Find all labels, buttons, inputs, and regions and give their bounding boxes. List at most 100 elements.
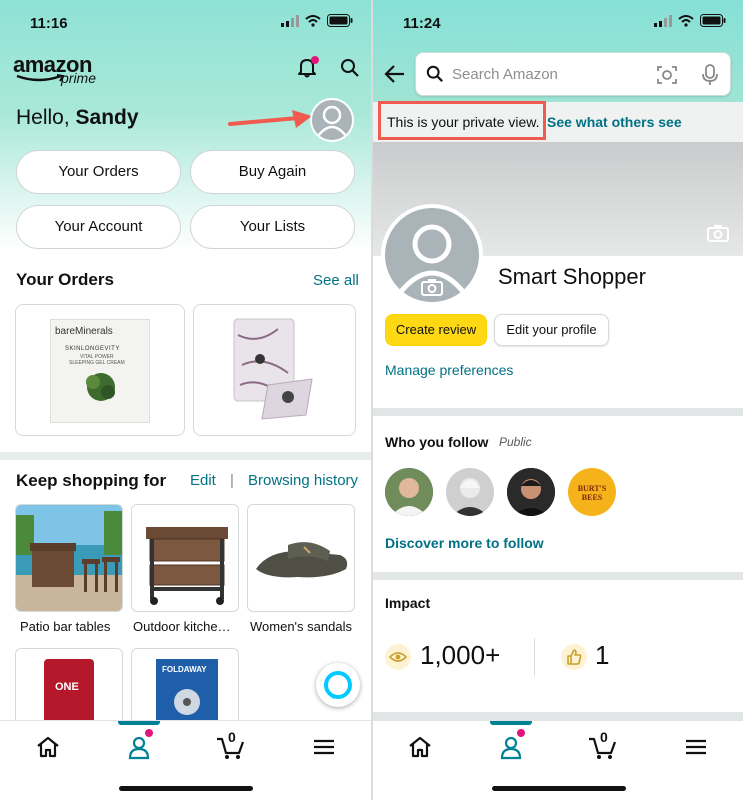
followed-avatar-1[interactable] — [385, 468, 433, 516]
followed-avatar-burts-bees[interactable]: BURT'S BEES — [568, 468, 616, 516]
order-item-2[interactable] — [193, 304, 356, 436]
browsing-history-link[interactable]: Browsing history — [248, 472, 358, 489]
impact-separator — [534, 638, 535, 676]
home-icon[interactable] — [404, 733, 436, 761]
home-icon[interactable] — [32, 733, 64, 761]
edit-profile-button[interactable]: Edit your profile — [494, 314, 609, 346]
back-arrow-icon[interactable] — [384, 64, 406, 84]
product-brand: bareMinerals — [55, 326, 113, 337]
dog-food-bag: ONE — [44, 659, 94, 727]
profile-avatar-button[interactable] — [310, 98, 354, 142]
outdoor-cooler-image — [146, 527, 228, 605]
greeting-prefix: Hello, — [16, 106, 70, 129]
profile-photo[interactable] — [381, 204, 483, 306]
impact-title: Impact — [385, 595, 431, 611]
section-divider — [0, 452, 371, 460]
ipad-case-image — [233, 318, 313, 420]
logo-sub: prime — [61, 70, 97, 86]
sandal-image — [256, 542, 348, 578]
keep-caption-sandals[interactable]: Women's sandals — [250, 619, 360, 634]
keep-shopping-title: Keep shopping for — [16, 471, 167, 490]
see-others-link[interactable]: See what others see — [547, 114, 682, 130]
cover-camera-icon[interactable] — [707, 224, 729, 242]
product-desc: VITAL POWER SLEEPING GEL CREAM — [69, 354, 125, 366]
create-review-button[interactable]: Create review — [385, 314, 487, 346]
followed-avatar-2[interactable] — [446, 468, 494, 516]
orders-title: Your Orders — [16, 270, 114, 289]
burts-bees-text: BURT'S BEES — [577, 484, 607, 502]
keep-caption-kitchen[interactable]: Outdoor kitche… — [133, 619, 241, 634]
buy-again-button[interactable]: Buy Again — [190, 150, 355, 194]
mic-icon[interactable] — [702, 64, 718, 86]
signal-icon — [281, 14, 299, 27]
alexa-button[interactable] — [316, 663, 360, 707]
bottom-tab-bar: 0 — [0, 720, 371, 800]
profile-icon[interactable] — [123, 733, 155, 761]
your-orders-button[interactable]: Your Orders — [16, 150, 181, 194]
orders-see-all-link[interactable]: See all — [313, 272, 359, 289]
followed-avatar-3[interactable] — [507, 468, 555, 516]
profile-icon[interactable] — [495, 733, 527, 761]
your-account-button[interactable]: Your Account — [16, 205, 181, 249]
wifi-icon — [678, 14, 694, 27]
cart-count: 0 — [228, 729, 236, 745]
profile-name: Smart Shopper — [498, 264, 646, 289]
follow-visibility: Public — [499, 435, 532, 449]
person-photo-2 — [446, 468, 494, 516]
discover-more-link[interactable]: Discover more to follow — [385, 535, 544, 551]
keep-item-patio[interactable] — [15, 504, 123, 612]
keep-item-outdoor-kitchen[interactable] — [131, 504, 239, 612]
greeting: Hello, Sandy — [16, 106, 139, 130]
more-item-1[interactable]: ONE — [15, 648, 123, 728]
status-time: 11:16 — [30, 15, 68, 32]
manage-preferences-link[interactable]: Manage preferences — [385, 362, 513, 378]
status-bar: 11:24 — [373, 0, 743, 46]
annotation-arrow — [228, 110, 312, 128]
bottom-tab-bar: 0 — [373, 720, 743, 800]
avatar-icon — [317, 105, 347, 137]
status-bar: 11:16 — [0, 0, 371, 46]
follow-title: Who you follow — [385, 434, 489, 450]
keep-edit-link[interactable]: Edit — [190, 472, 216, 489]
section-divider — [373, 572, 743, 580]
status-time: 11:24 — [403, 15, 441, 32]
dog-food-brand: ONE — [55, 681, 79, 693]
more-item-2[interactable]: FOLDAWAY — [131, 648, 239, 728]
fan-box: FOLDAWAY — [156, 659, 218, 727]
person-photo-1 — [385, 468, 433, 516]
section-divider — [373, 712, 743, 720]
likes-icon-badge — [561, 644, 587, 670]
profile-notification-dot — [517, 729, 525, 737]
search-bar[interactable]: Search Amazon — [415, 52, 731, 96]
keep-caption-patio[interactable]: Patio bar tables — [20, 619, 124, 634]
logo-smile-icon — [16, 74, 65, 82]
eye-icon — [388, 652, 408, 662]
notifications-button[interactable] — [296, 56, 320, 80]
menu-icon[interactable] — [308, 733, 340, 761]
person-photo-3 — [507, 468, 555, 516]
search-placeholder: Search Amazon — [452, 66, 558, 83]
search-icon[interactable] — [340, 58, 360, 78]
order-item-1[interactable]: bareMinerals SKINLONGEVITY VITAL POWER S… — [15, 304, 185, 436]
profile-camera-icon[interactable] — [421, 278, 443, 296]
home-indicator — [491, 786, 626, 791]
patio-bar-image — [16, 505, 122, 611]
profile-notification-dot — [145, 729, 153, 737]
notification-dot — [311, 56, 319, 64]
amazon-prime-logo[interactable]: amazon prime — [13, 52, 103, 88]
camera-icon[interactable] — [656, 65, 678, 85]
right-screen: 11:24 Search Amazon This is your private… — [373, 0, 743, 800]
battery-icon — [327, 14, 353, 27]
keep-item-sandals[interactable] — [247, 504, 355, 612]
your-lists-button[interactable]: Your Lists — [190, 205, 355, 249]
alexa-icon — [324, 671, 352, 699]
home-indicator — [118, 786, 253, 791]
thumbs-up-icon — [567, 649, 582, 665]
cart-count: 0 — [600, 729, 608, 745]
link-separator: | — [230, 472, 234, 489]
views-icon-badge — [385, 644, 411, 670]
wifi-icon — [305, 14, 321, 27]
fan-brand: FOLDAWAY — [162, 665, 207, 674]
menu-icon[interactable] — [680, 733, 712, 761]
active-tab-indicator — [490, 721, 532, 725]
